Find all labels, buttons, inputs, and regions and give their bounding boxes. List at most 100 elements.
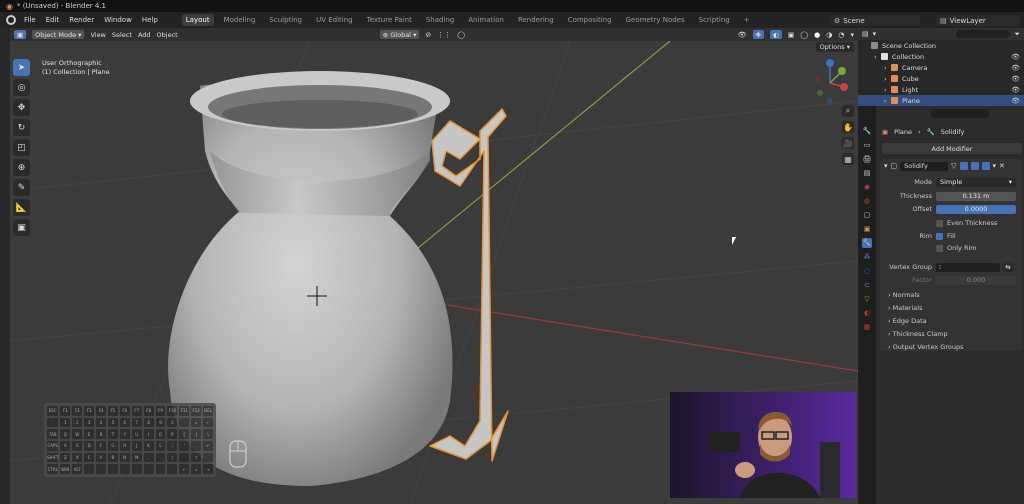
visibility-eye-icon[interactable]: 👁 xyxy=(1011,75,1020,83)
shading-material-icon[interactable]: ◑ xyxy=(826,31,832,39)
material-tab-icon[interactable]: ◐ xyxy=(862,308,872,318)
tab-texture-paint[interactable]: Texture Paint xyxy=(363,14,416,26)
scene-tab-icon[interactable]: ◉ xyxy=(862,182,872,192)
shading-rendered-icon[interactable]: ◔ xyxy=(838,31,844,39)
tool-tab-icon[interactable]: 🔧 xyxy=(862,126,872,136)
select-mode-button[interactable]: ▣ xyxy=(14,30,27,39)
cursor-tool-icon[interactable]: ◎ xyxy=(13,79,30,96)
view-menu[interactable]: View xyxy=(90,31,105,39)
visibility-eye-icon[interactable]: 👁 xyxy=(1011,86,1020,94)
render-toggle-icon[interactable] xyxy=(981,162,990,170)
add-cube-tool-icon[interactable]: ▣ xyxy=(13,219,30,236)
world-tab-icon[interactable]: ◍ xyxy=(862,196,872,206)
outliner-item-scene-collection[interactable]: Scene Collection xyxy=(858,40,1024,51)
mode-dropdown[interactable]: Simple ▾ xyxy=(936,177,1016,187)
snap-icon[interactable]: ⋮⋮ xyxy=(437,31,451,39)
even-thickness-checkbox[interactable] xyxy=(936,219,943,227)
scene-selector[interactable]: ⚙ Scene xyxy=(830,15,920,26)
overlay-toggle[interactable]: ◐ xyxy=(770,30,782,39)
shading-wire-icon[interactable]: ◯ xyxy=(800,31,808,39)
camera-view-icon[interactable]: 🎥 xyxy=(842,137,854,149)
view-layer-tab-icon[interactable]: ▤ xyxy=(862,168,872,178)
menu-help[interactable]: Help xyxy=(140,16,160,24)
subpanel-edge-data[interactable]: › Edge Data xyxy=(888,317,927,325)
modifier-dropdown-icon[interactable]: ▾ xyxy=(993,162,997,170)
invert-vertex-group-icon[interactable]: ⇆ xyxy=(1003,262,1013,272)
outliner-editor-icon[interactable]: ▤ xyxy=(862,30,869,38)
object-tab-icon[interactable]: ▣ xyxy=(862,224,872,234)
tab-layout[interactable]: Layout xyxy=(181,14,214,26)
expand-chevron-icon[interactable]: › xyxy=(874,53,881,61)
outliner-item-camera[interactable]: › Camera 👁 xyxy=(858,62,1024,73)
add-modifier-button[interactable]: Add Modifier xyxy=(882,143,1022,154)
zoom-icon[interactable]: ⌕ xyxy=(842,105,854,117)
annotate-tool-icon[interactable]: ✎ xyxy=(13,179,30,196)
data-tab-icon[interactable]: ▽ xyxy=(862,294,872,304)
texture-tab-icon[interactable]: ▦ xyxy=(862,322,872,332)
collapse-chevron-icon[interactable]: ▾ xyxy=(884,162,888,170)
select-tool-icon[interactable]: ➤ xyxy=(13,59,30,76)
only-rim-checkbox[interactable] xyxy=(936,244,943,252)
remove-modifier-icon[interactable]: ✕ xyxy=(999,162,1005,170)
add-menu[interactable]: Add xyxy=(138,31,151,39)
scale-tool-icon[interactable]: ◰ xyxy=(13,139,30,156)
options-dropdown[interactable]: Options ▾ xyxy=(815,42,854,52)
tab-rendering[interactable]: Rendering xyxy=(514,14,558,26)
transform-tool-icon[interactable]: ⊕ xyxy=(13,159,30,176)
ortho-grid-icon[interactable]: ▦ xyxy=(842,153,854,165)
proportional-icon[interactable]: ◯ xyxy=(457,31,465,39)
vertex-triangle-icon[interactable]: ▽ xyxy=(951,162,956,170)
output-tab-icon[interactable]: 🖨 xyxy=(862,154,872,164)
view-layer-selector[interactable]: ▤ ViewLayer xyxy=(936,15,1020,26)
gizmo-toggle[interactable]: ✥ xyxy=(752,30,765,39)
expand-chevron-icon[interactable]: › xyxy=(884,75,891,83)
expand-chevron-icon[interactable]: › xyxy=(884,86,891,94)
expand-chevron-icon[interactable]: › xyxy=(884,97,891,105)
thickness-field[interactable]: 0.131 m xyxy=(936,191,1016,201)
navigation-gizmo[interactable] xyxy=(810,57,850,109)
blender-menu-icon[interactable] xyxy=(6,15,16,25)
factor-field[interactable]: 0.000 xyxy=(936,275,1016,285)
modifier-tab-icon[interactable]: 🔧 xyxy=(862,238,872,248)
outliner-item-cube[interactable]: › Cube 👁 xyxy=(858,73,1024,84)
outliner-search-input[interactable] xyxy=(956,30,1011,38)
subpanel-normals[interactable]: › Normals xyxy=(888,291,920,299)
outliner-display-icon[interactable]: ▾ xyxy=(873,30,877,38)
select-menu[interactable]: Select xyxy=(112,31,132,39)
pivot-icon[interactable]: ⊘ xyxy=(425,31,431,39)
visibility-eye-icon[interactable]: 👁 xyxy=(1011,97,1020,105)
outliner-item-light[interactable]: › Light 👁 xyxy=(858,84,1024,95)
viewport-toggle-icon[interactable] xyxy=(970,162,979,170)
offset-field[interactable]: 0.0000 xyxy=(936,204,1016,214)
tab-modeling[interactable]: Modeling xyxy=(220,14,260,26)
physics-tab-icon[interactable]: ◌ xyxy=(862,266,872,276)
mode-dropdown[interactable]: Object Mode ▾ xyxy=(32,30,85,39)
menu-render[interactable]: Render xyxy=(67,16,96,24)
tab-geometry-nodes[interactable]: Geometry Nodes xyxy=(622,14,689,26)
visibility-eye-icon[interactable]: 👁 xyxy=(1011,53,1020,61)
expand-chevron-icon[interactable]: › xyxy=(884,64,891,72)
xray-icon[interactable]: ▣ xyxy=(788,31,795,39)
shading-options-icon[interactable]: ▾ xyxy=(850,31,858,39)
outliner-item-plane[interactable]: › Plane 👁 xyxy=(858,95,1024,106)
tab-shading[interactable]: Shading xyxy=(422,14,458,26)
menu-window[interactable]: Window xyxy=(102,16,134,24)
subpanel-thickness-clamp[interactable]: › Thickness Clamp xyxy=(888,330,948,338)
properties-search-input[interactable] xyxy=(930,109,990,118)
orientation-dropdown[interactable]: ⊕ Global ▾ xyxy=(379,30,420,39)
modifier-name-field[interactable]: Solidify xyxy=(900,161,949,171)
rotate-tool-icon[interactable]: ↻ xyxy=(13,119,30,136)
object-menu[interactable]: Object xyxy=(157,31,178,39)
vertex-group-field[interactable]: ⁝ xyxy=(936,262,1000,272)
pan-hand-icon[interactable]: ✋ xyxy=(842,121,854,133)
tab-sculpting[interactable]: Sculpting xyxy=(265,14,306,26)
tab-uv-editing[interactable]: UV Editing xyxy=(312,14,357,26)
particles-tab-icon[interactable]: ⁂ xyxy=(862,252,872,262)
constraints-tab-icon[interactable]: ⊂ xyxy=(862,280,872,290)
tab-compositing[interactable]: Compositing xyxy=(564,14,616,26)
measure-tool-icon[interactable]: 📐 xyxy=(13,199,30,216)
editmode-toggle-icon[interactable] xyxy=(959,162,968,170)
visibility-eye-icon[interactable]: 👁 xyxy=(1011,64,1020,72)
tab-scripting[interactable]: Scripting xyxy=(695,14,734,26)
fill-checkbox[interactable] xyxy=(936,232,943,240)
